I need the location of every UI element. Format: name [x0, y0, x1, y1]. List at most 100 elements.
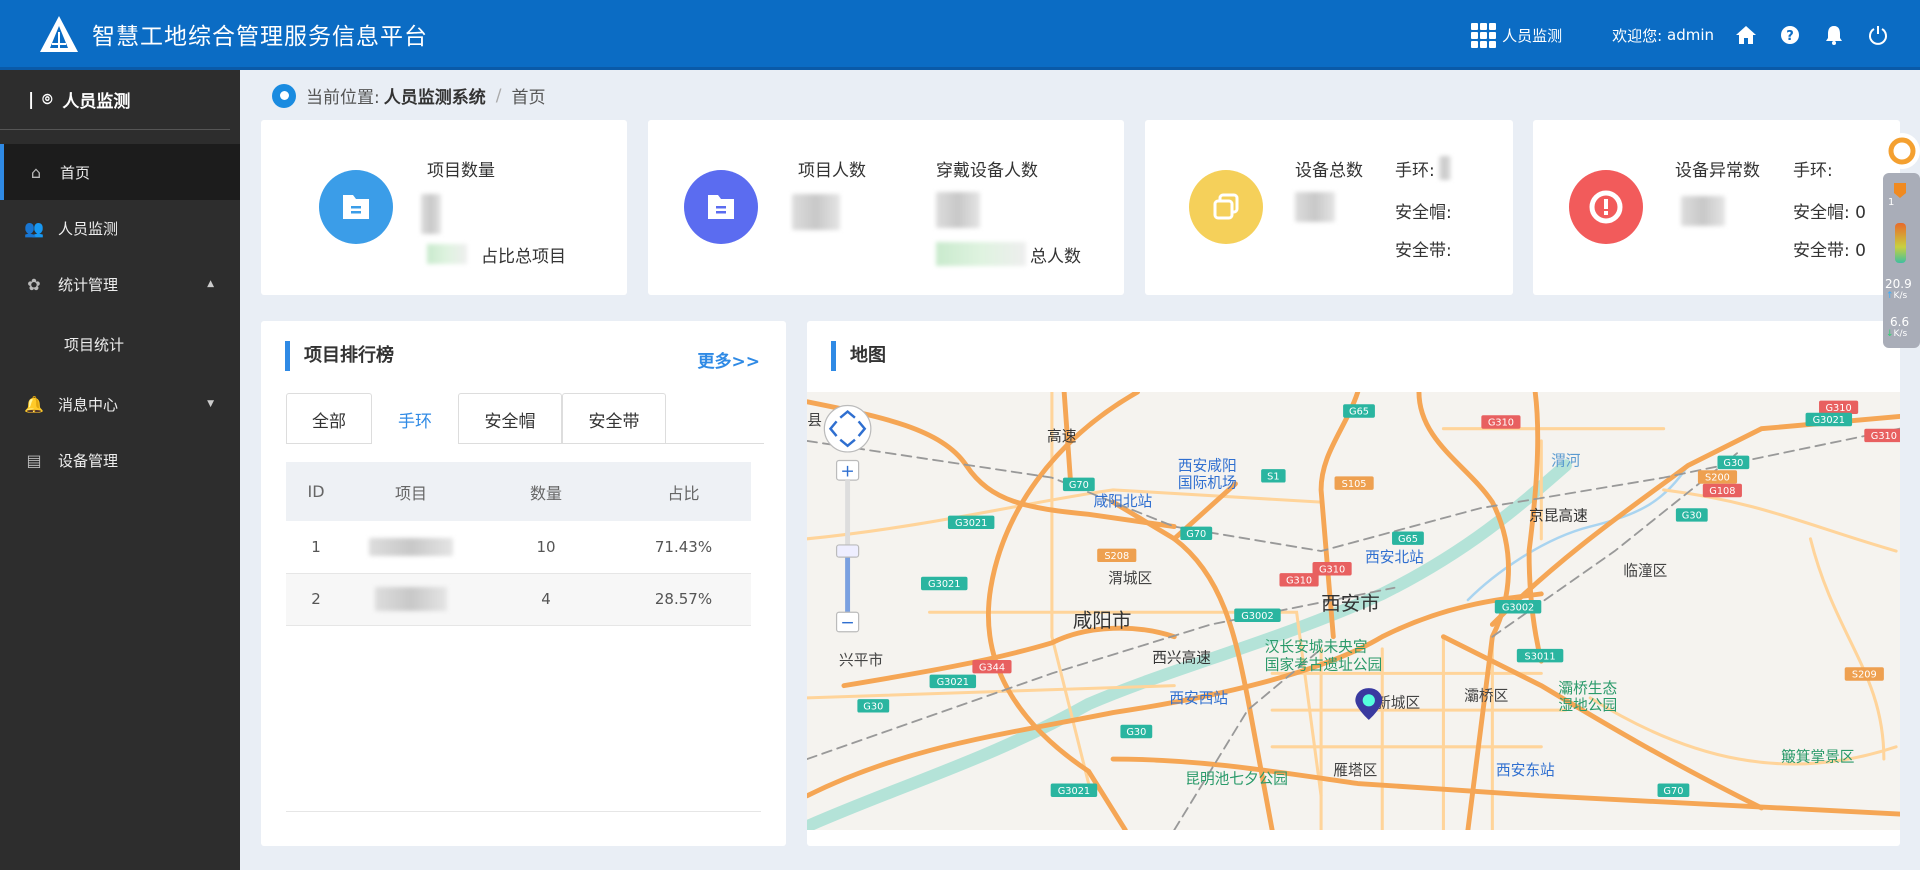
map-place-label[interactable]: 雁塔区	[1333, 762, 1377, 779]
map-place-label[interactable]: 西安东站	[1496, 762, 1555, 779]
map-nav-control[interactable]: + −	[823, 404, 872, 633]
road-shield: S200	[1697, 470, 1738, 484]
map-place-label[interactable]: 西安北站	[1365, 549, 1424, 566]
svg-text:G70: G70	[1186, 529, 1206, 540]
map-place-label[interactable]: 灞桥生态	[1558, 680, 1617, 697]
map-place-label[interactable]: 临潼区	[1623, 562, 1667, 580]
map-place-label[interactable]: 簸箕掌景区	[1781, 747, 1854, 765]
breadcrumb-separator: /	[495, 85, 502, 106]
widget-badge: 1	[1888, 197, 1895, 208]
speed-widget[interactable]: 1 20.9 ↑K/s 6.6 ↓K/s	[1880, 125, 1920, 350]
home-icon[interactable]	[1734, 23, 1758, 47]
module-switcher[interactable]: 人员监测	[1471, 22, 1562, 48]
people-count-label: 项目人数	[798, 161, 866, 181]
map-place-label[interactable]: 京昆高速	[1529, 507, 1588, 524]
tab-all[interactable]: 全部	[286, 393, 372, 444]
sidebar-item-label: 统计管理	[58, 275, 119, 294]
svg-text:G310: G310	[1319, 564, 1345, 575]
map-place-label[interactable]: 西安市	[1321, 592, 1380, 615]
tab-helmet[interactable]: 安全帽	[458, 393, 562, 444]
divider	[286, 811, 761, 812]
svg-text:G70: G70	[1663, 786, 1683, 797]
map-view[interactable]: G65 G70 S1 S105 G3021 G70 S208 G3021 G310 G310 G65…	[807, 392, 1900, 830]
tab-band[interactable]: 手环	[372, 393, 458, 444]
col-count: 数量	[476, 462, 616, 521]
svg-text:G3021: G3021	[1813, 415, 1845, 426]
road-shield: G3002	[1234, 608, 1281, 623]
map-place-label[interactable]: 咸阳北站	[1094, 493, 1153, 510]
svg-text:S209: S209	[1852, 670, 1877, 681]
abnormal-helmet-label: 安全帽: 0	[1793, 203, 1866, 223]
map-place-label[interactable]: 高速	[1047, 428, 1077, 445]
project-count-value	[421, 194, 441, 234]
map-canvas[interactable]: G65G70S1S105G3021G70S208G3021 G310G310G65…	[807, 392, 1900, 830]
more-link[interactable]: 更多>>	[698, 347, 761, 372]
logo-icon	[40, 15, 78, 52]
road-shield: G30	[1717, 455, 1750, 470]
map-place-label[interactable]: 渭河	[1551, 452, 1581, 469]
map-place-label[interactable]: 县	[807, 412, 822, 429]
sidebar-item-messages[interactable]: 🔔 消息中心 ▼	[0, 376, 240, 432]
map-place-label[interactable]: 渭城区	[1108, 570, 1152, 587]
table-row[interactable]: 1 10 71.43%	[286, 521, 751, 574]
sidebar-item-devices[interactable]: ▤ 设备管理	[0, 432, 240, 488]
abnormal-count-value	[1681, 196, 1725, 226]
arrow-up-icon: ↑	[1886, 291, 1894, 301]
map-title: 地图	[831, 341, 886, 371]
tab-belt[interactable]: 安全带	[562, 393, 666, 444]
road-shield: G310	[1312, 562, 1352, 576]
wearing-count-label: 穿戴设备人数	[936, 161, 1038, 181]
svg-text:S1: S1	[1267, 471, 1279, 482]
road-shield: G310	[1819, 400, 1859, 415]
table-row[interactable]: 2 4 28.57%	[286, 573, 751, 626]
road-shield: G108	[1702, 483, 1742, 498]
sidebar-item-monitoring[interactable]: 👥 人员监测	[0, 200, 240, 256]
chevron-down-icon: ▼	[207, 399, 214, 409]
welcome-label: 欢迎您:	[1612, 26, 1663, 45]
map-place-label[interactable]: 汉长安城未央宫	[1265, 638, 1368, 655]
map-place-label[interactable]: 咸阳市	[1073, 609, 1132, 632]
map-place-label[interactable]: 西安西站	[1169, 690, 1228, 707]
map-place-label[interactable]: 昆明池七夕公园	[1185, 771, 1288, 788]
road-shield: G3021	[1050, 783, 1098, 797]
abnormal-device-card: 设备异常数 手环: 安全帽: 0 安全带: 0	[1533, 120, 1900, 295]
col-id: ID	[286, 462, 346, 521]
map-place-label[interactable]: 国际机场	[1178, 474, 1237, 491]
project-ratio-label: 占比总项目	[481, 247, 566, 267]
help-icon[interactable]: ?	[1778, 23, 1802, 47]
road-shield: G30	[1675, 508, 1708, 522]
sidebar-item-home[interactable]: ⌂ 首页	[0, 144, 240, 200]
map-place-label[interactable]: 西兴高速	[1152, 649, 1211, 666]
sidebar-item-stats[interactable]: ✿ 统计管理 ▲	[0, 256, 240, 312]
helmet-count-label: 安全帽:	[1395, 203, 1452, 223]
bell-icon[interactable]	[1822, 23, 1846, 47]
map-marker-icon[interactable]	[1355, 688, 1383, 720]
map-place-label[interactable]: 国家考古遗址公园	[1265, 657, 1382, 674]
svg-text:G310: G310	[1871, 431, 1897, 442]
location-icon	[272, 83, 296, 108]
map-place-label[interactable]: 兴平市	[839, 652, 883, 669]
device-count-value	[1295, 192, 1335, 222]
cell-count: 10	[476, 521, 616, 574]
map-place-label[interactable]: 新城区	[1376, 695, 1420, 712]
map-place-label[interactable]: 湿地公园	[1558, 697, 1617, 714]
ranking-panel: 项目排行榜 更多>> 全部 手环 安全帽 安全带 ID 项目 数量 占比 1 1…	[261, 321, 786, 846]
road-shield: G70	[1062, 477, 1095, 492]
map-place-label[interactable]: 灞桥区	[1464, 687, 1508, 704]
road-shield: G70	[1180, 526, 1213, 541]
folder-icon	[319, 170, 393, 244]
col-ratio: 占比	[616, 462, 751, 521]
belt-count-label: 安全带:	[1395, 241, 1452, 261]
wearing-count-value	[936, 192, 980, 228]
svg-text:G3021: G3021	[928, 579, 960, 590]
svg-text:G65: G65	[1398, 534, 1418, 545]
breadcrumb-system[interactable]: 人员监测系统	[384, 83, 486, 108]
svg-text:S3011: S3011	[1525, 651, 1556, 662]
sidebar-item-label: 首页	[60, 163, 91, 182]
map-place-label[interactable]: 西安咸阳	[1178, 457, 1237, 474]
road-shield: G310	[1864, 428, 1900, 443]
sidebar-item-project-stats[interactable]: 项目统计	[0, 312, 240, 376]
cell-ratio: 28.57%	[616, 573, 751, 626]
power-icon[interactable]	[1866, 23, 1890, 47]
svg-text:G3021: G3021	[955, 518, 987, 529]
